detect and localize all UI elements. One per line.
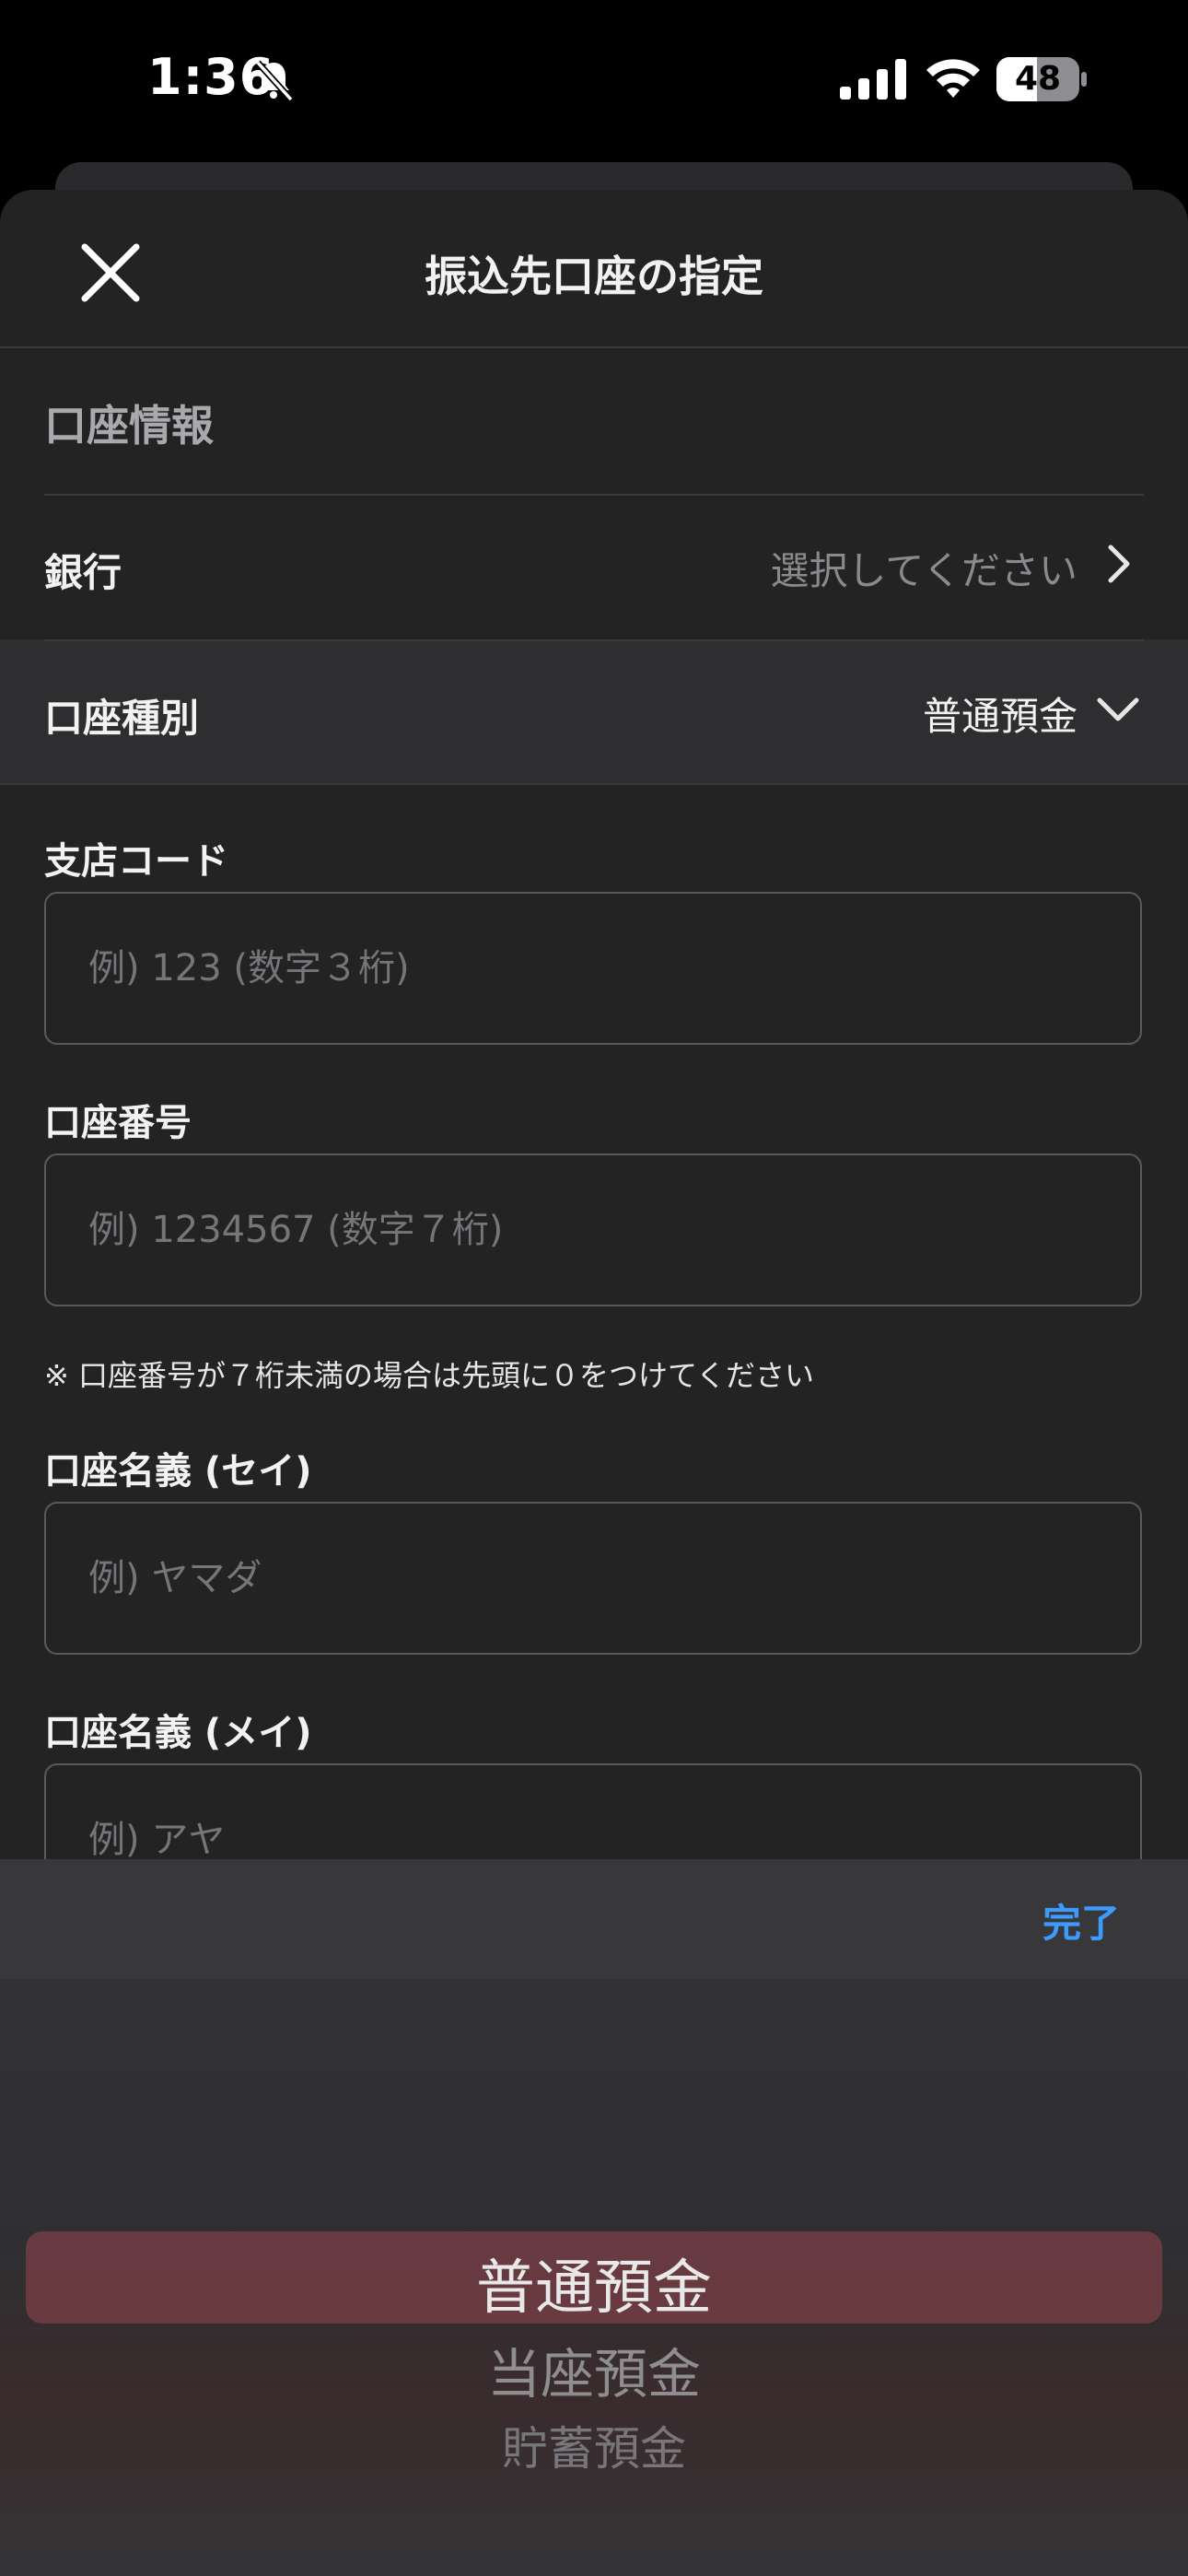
bank-label: 銀行 (44, 550, 122, 595)
account-type-row[interactable]: 口座種別 普通預金 (0, 639, 1188, 785)
account-name-mei-label: 口座名義 (メイ) (44, 1712, 312, 1754)
chevron-right-icon (1108, 544, 1130, 583)
account-number-label: 口座番号 (44, 1102, 192, 1144)
account-name-sei-input[interactable] (44, 1502, 1142, 1655)
page-title: 振込先口座の指定 (425, 252, 763, 301)
done-button[interactable]: 完了 (1042, 1892, 1120, 1949)
account-name-sei-label: 口座名義 (セイ) (44, 1450, 312, 1493)
chevron-down-icon (1097, 697, 1139, 721)
account-type-value: 普通預金 (922, 694, 1077, 739)
cellular-signal-icon (840, 59, 906, 100)
divider (44, 494, 1144, 496)
sheet-header: 振込先口座の指定 (0, 190, 1188, 348)
bell-muted-icon (255, 60, 294, 102)
account-number-input[interactable] (44, 1153, 1142, 1306)
account-type-picker[interactable]: 完了 普通預金 当座預金 貯蓄預金 (0, 1859, 1188, 2576)
divider (0, 783, 1188, 785)
account-number-note: ※ 口座番号が７桁未満の場合は先頭に０をつけてください (44, 1358, 815, 1393)
bank-select-row[interactable]: 銀行 選択してください (0, 494, 1188, 638)
picker-option-selected[interactable]: 普通預金 (0, 2241, 1188, 2325)
wifi-icon (926, 59, 980, 98)
status-bar: 1:36 48 (0, 0, 1188, 161)
branch-code-label: 支店コード (44, 840, 228, 883)
divider (44, 639, 1144, 641)
branch-code-input[interactable] (44, 892, 1142, 1045)
picker-toolbar: 完了 (0, 1859, 1188, 1979)
bank-value: 選択してください (770, 548, 1077, 593)
battery-level: 48 (1014, 60, 1062, 98)
section-title: 口座情報 (44, 401, 214, 451)
picker-option[interactable]: 当座預金 (0, 2331, 1188, 2408)
account-type-label: 口座種別 (44, 696, 200, 741)
picker-option[interactable]: 貯蓄預金 (0, 2412, 1188, 2478)
